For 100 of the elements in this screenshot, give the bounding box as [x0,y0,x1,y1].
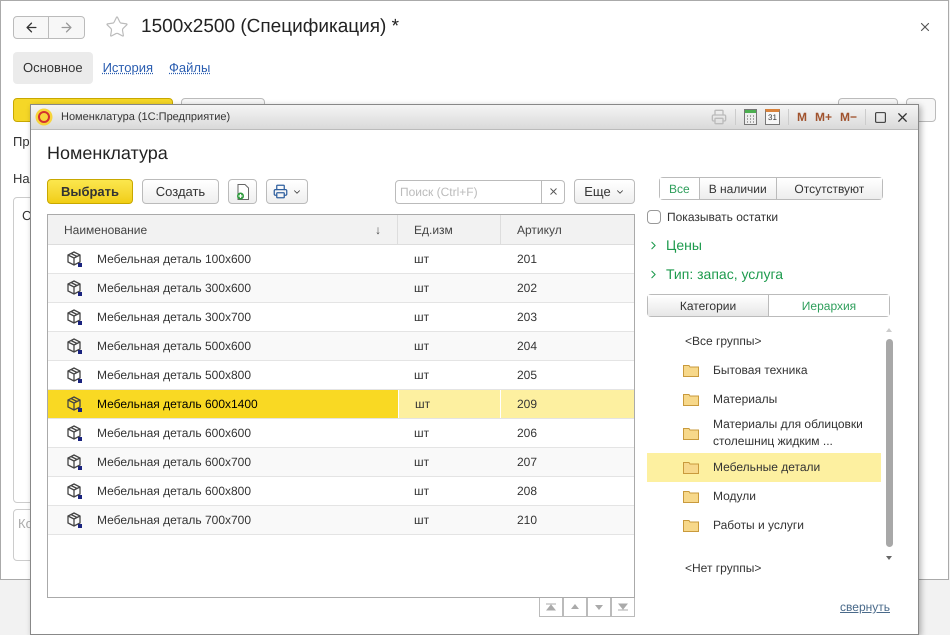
maximize-icon[interactable] [874,110,887,124]
folder-icon [683,518,699,532]
table-row[interactable]: Мебельная деталь 600x700 шт 207 [48,448,634,477]
dialog-heading: Номенклатура [47,142,169,165]
search-field[interactable]: Поиск (Ctrl+F) [395,180,542,204]
group-item[interactable]: Работы и услуги [647,510,881,540]
folder-icon [683,460,699,474]
folder-icon [683,393,699,406]
table-cell-text: Мебельная деталь 100x600 [97,251,252,268]
group-label: Материалы [713,391,778,408]
table-cell-text: шт [414,251,430,268]
table-row[interactable]: Мебельная деталь 300x600 шт 202 [48,274,634,303]
clear-icon [548,186,558,197]
box-icon [65,511,83,529]
document-plus-icon [236,184,250,200]
table-cell-text: Мебельная деталь 600x700 [97,454,252,471]
window-title: 1500x2500 (Спецификация) * [141,15,400,39]
scroll-button[interactable] [587,598,611,617]
collapse-link[interactable]: свернуть [840,598,890,616]
scrollbar-thumb[interactable] [886,339,892,547]
favorite-star-icon[interactable] [105,15,129,40]
table-row[interactable]: Мебельная деталь 500x600 шт 204 [48,332,634,361]
box-icon [65,250,83,268]
print-button[interactable] [266,179,308,204]
group-item[interactable]: <Нет группы> [647,554,881,583]
folder-icon [683,364,699,377]
select-button[interactable]: Выбрать [47,179,133,204]
box-icon [65,453,83,471]
table-cell-text: Мебельная деталь 500x800 [97,367,252,384]
scroll-button[interactable] [611,598,635,617]
table-cell-text: 206 [517,425,538,442]
column-header[interactable]: Артикул [501,215,634,244]
table-cell-text: Мебельная деталь 300x700 [97,309,252,326]
printer-icon [272,184,288,199]
table-cell-text: шт [414,367,430,384]
table-cell-text: шт [414,338,430,355]
create-button[interactable]: Создать [142,179,219,204]
table-cell-text: Мебельная деталь 700x700 [97,512,252,529]
filter-toggle[interactable]: В наличии [698,178,776,199]
box-icon [65,424,83,442]
clear-button[interactable] [542,180,565,204]
form-tab[interactable]: Основное [13,52,93,84]
group-item[interactable]: <Все группы> [647,327,881,356]
group-item[interactable]: Бытовая техника [647,356,881,385]
filter-toggle[interactable]: Отсутствуют [776,178,882,199]
table-cell-text: шт [414,425,430,442]
form-tab[interactable]: История [96,52,159,84]
group-item[interactable]: Материалы [647,385,881,414]
table-cell-text: Мебельная деталь 500x600 [97,338,252,355]
scroll-button[interactable] [563,598,587,617]
scroll-down-icon[interactable] [885,555,893,561]
table-cell-text: Мебельная деталь 600x600 [97,425,252,442]
more-button[interactable]: Еще [574,179,635,204]
group-item[interactable]: Мебельные детали [647,452,881,482]
table-row[interactable]: Мебельная деталь 600x1400 шт 209 [48,390,634,419]
group-item[interactable]: Модули [647,482,881,511]
table-cell-text: 205 [517,367,538,384]
calculator-icon[interactable] [744,109,757,125]
back-button[interactable] [13,16,49,39]
checkbox-label: Показывать остатки [667,209,778,226]
section-toggle[interactable]: Тип: запас, услуга [647,264,902,285]
scroll-end-icon [546,603,556,611]
memory-button[interactable]: M+ [814,108,832,126]
table-cell-text: 209 [517,396,538,413]
section-toggle[interactable]: Цены [647,235,902,256]
add-document-button[interactable] [228,179,257,204]
dialog-title: Номенклатура (1С:Предприятие) [61,110,230,125]
table-cell-text: 208 [517,483,538,500]
group-label: Мебельные детали [713,458,820,476]
table-cell-text: 201 [517,251,538,268]
field-label: На [13,170,31,188]
group-item[interactable]: Материалы для облицовки столешниц жидким ... [647,414,881,453]
table-cell-text: Мебельная деталь 600x800 [97,483,252,500]
calendar-icon[interactable]: 31 [764,109,780,125]
group-label: Модули [713,488,756,505]
memory-button[interactable]: M [796,108,807,126]
table-cell-text: Мебельная деталь 600x1400 [97,396,258,413]
form-tab[interactable]: Файлы [163,52,216,84]
column-header[interactable]: Наименование ↓ [48,215,398,244]
memory-button[interactable]: M− [840,108,857,126]
table-row[interactable]: Мебельная деталь 700x700 шт 210 [48,506,634,535]
scroll-arrow-icon [570,603,580,611]
view-tab[interactable]: Категории [648,295,768,316]
table-cell-text: 202 [517,280,538,297]
box-icon [65,279,83,297]
group-title: С [22,208,32,222]
column-title: Наименование [64,222,148,238]
column-header[interactable]: Ед.изм [398,215,501,244]
sort-arrow: ↓ [375,222,381,238]
group-label: <Нет группы> [685,560,762,577]
table-cell-text: шт [414,512,430,529]
group-label: <Все группы> [685,333,762,350]
checkbox[interactable] [647,210,661,224]
folder-icon [683,426,699,440]
scroll-end-icon [618,603,628,611]
scroll-button[interactable] [539,598,563,617]
group-label: Работы и услуги [713,516,804,534]
folder-icon [683,490,699,503]
table-cell-text: 203 [517,309,538,326]
box-icon [65,308,83,326]
